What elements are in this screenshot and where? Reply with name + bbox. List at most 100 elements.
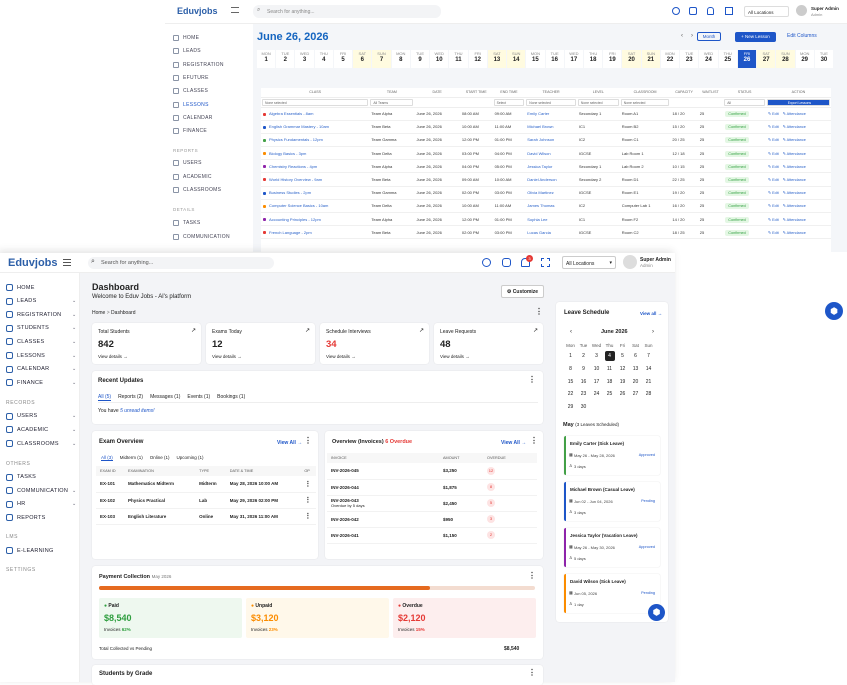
invoice-id[interactable]: INV-2026-044 [331,485,439,490]
exam-view-all[interactable]: View All → [277,440,302,446]
lesson-attendance-button[interactable]: ✎ Attendance [783,138,806,142]
lesson-edit-button[interactable]: ✎ Edit [768,152,779,156]
day-cell[interactable]: FRI 12 [468,50,487,68]
day-cell[interactable]: WED 24 [699,50,718,68]
stat-card[interactable]: Exams Today ↗ 12 View details → [206,323,315,364]
invoice-id[interactable]: INV-2026-045 [331,468,439,473]
back-location-select[interactable]: All Locations [744,6,789,17]
front-location-select[interactable]: All Locations ▾ [562,256,616,269]
lesson-edit-button[interactable]: ✎ Edit [768,178,779,182]
back-bell-icon[interactable] [707,7,714,15]
lesson-class[interactable]: Algebra Essentials - 8am [261,107,370,121]
leave-next-month-icon[interactable]: › [652,329,654,335]
day-cell[interactable]: FRI 19 [603,50,622,68]
back-sidebar-report-item[interactable]: CLASSROOMS [173,187,221,193]
lessons-col-header[interactable]: WAITLIST [697,88,724,98]
sidebar-item[interactable]: LEADS ⌄ [6,297,76,305]
lesson-class[interactable]: Physics Fundamentals - 12pm [261,133,370,148]
lesson-edit-button[interactable]: ✎ Edit [768,112,779,116]
exam-row-more-icon[interactable]: ⋮ [300,492,316,509]
leave-prev-month-icon[interactable]: ‹ [570,329,572,335]
lessons-filter-select[interactable]: All [724,98,765,106]
lessons-col-header[interactable]: DATE [414,88,460,98]
stat-card[interactable]: Leave Requests ↗ 48 View details → [434,323,543,364]
exam-more-icon[interactable]: ⋮ [304,436,312,445]
month-button[interactable]: Month [697,32,721,41]
lesson-teacher[interactable]: Emily Carter [525,107,577,121]
calendar-day[interactable]: 16 [577,375,590,388]
stat-card[interactable]: Total Students ↗ 842 View details → [92,323,201,364]
day-cell[interactable]: SUN 28 [776,50,795,68]
lesson-teacher[interactable]: Olivia Martinez [525,186,577,200]
lesson-attendance-button[interactable]: ✎ Attendance [783,204,806,208]
recent-tab[interactable]: Events (1) [187,394,210,401]
exam-row-more-icon[interactable]: ⋮ [300,476,316,493]
sidebar-item[interactable]: HOME [6,284,35,291]
sidebar-item[interactable]: REPORTS [6,514,46,522]
day-cell[interactable]: WED 17 [564,50,583,68]
calendar-day[interactable]: 15 [564,375,577,388]
lesson-edit-button[interactable]: ✎ Edit [768,191,779,195]
prev-date-icon[interactable]: ‹ [681,33,683,39]
back-sidebar-report-item[interactable]: USERS [173,160,202,167]
lesson-attendance-button[interactable]: ✎ Attendance [783,152,806,156]
lesson-teacher[interactable]: Daniel Anderson [525,172,577,187]
calendar-day[interactable]: 6 [629,350,642,363]
lesson-teacher[interactable]: David Wilson [525,146,577,161]
day-cell[interactable]: THU 4 [314,50,333,68]
day-cell[interactable]: SUN 14 [507,50,526,68]
leave-entry[interactable]: Michael Brown (Casual Leave) ▦ Jun 02 - Ju… [564,482,660,521]
calendar-day[interactable]: 18 [603,375,616,388]
day-cell[interactable]: MON 8 [391,50,410,68]
assistant-fab-icon[interactable]: ⬢ [648,604,665,621]
lessons-filter-select[interactable]: Export Lessons [766,98,830,106]
lesson-row[interactable]: English Grammar Mastery - 10am Team Beta J… [261,120,831,134]
sidebar-item[interactable]: HR ⌄ [6,500,76,508]
lessons-col-header[interactable]: CLASSROOM [619,88,671,98]
lessons-filter-select[interactable]: Select [493,98,525,106]
calendar-day[interactable]: 17 [590,375,603,388]
day-cell[interactable]: SAT 13 [487,50,507,68]
day-cell[interactable]: TUE 9 [410,50,430,68]
calendar-day[interactable]: 22 [564,388,577,401]
calendar-day[interactable]: 24 [590,388,603,401]
front-menu-icon[interactable] [63,259,71,266]
whatsapp-icon[interactable] [482,258,491,267]
calendar-day[interactable]: 13 [629,363,642,376]
sidebar-item[interactable]: FINANCE ⌄ [6,379,76,387]
lesson-row[interactable]: Accounting Principles - 12pm Team Alpha Ju… [261,212,831,227]
sidebar-item[interactable]: LESSONS ⌄ [6,352,76,359]
calendar-day[interactable]: 28 [642,388,655,401]
invoice-id[interactable]: INV-2026-042 [331,517,439,522]
day-cell[interactable]: FRI 5 [333,50,353,68]
lessons-filter-select[interactable]: None selected [620,98,670,106]
lesson-class[interactable]: Accounting Principles - 12pm [261,212,370,227]
sidebar-item[interactable]: CALENDAR ⌄ [6,365,76,373]
back-whatsapp-icon[interactable] [672,7,680,15]
day-cell[interactable]: WED 10 [430,50,449,68]
back-grid-icon[interactable] [725,7,733,15]
lessons-col-header[interactable]: TEAM [369,88,415,98]
sidebar-item[interactable]: COMMUNICATION ⌄ [6,487,76,495]
exam-tab[interactable]: Upcoming (1) [177,455,204,461]
lesson-teacher[interactable]: Lucas Garcia [525,225,577,240]
back-sidebar-item[interactable]: LESSONS [173,101,209,108]
sidebar-item[interactable]: REGISTRATION ⌄ [6,311,76,319]
day-cell[interactable]: FRI 26 [737,50,757,68]
lessons-col-header[interactable]: STATUS [723,88,766,98]
invoice-row[interactable]: INV-2026-044 $1,875 8 [327,479,537,496]
exam-row[interactable]: EX-103 English Literature Online May 31, 20… [96,508,316,525]
lesson-row[interactable]: Chemistry Reactions - 4pm Team Alpha June … [261,159,831,174]
chat-icon[interactable] [502,258,511,267]
day-cell[interactable]: SAT 27 [757,50,776,68]
day-cell[interactable]: SUN 21 [641,50,660,68]
lesson-class[interactable]: French Language - 2pm [261,225,370,240]
sidebar-item[interactable]: STUDENTS ⌄ [6,324,76,332]
invoice-row[interactable]: INV-2026-041 $1,150 2 [327,527,537,544]
open-arrow-icon[interactable]: ↗ [191,327,196,334]
calendar-day[interactable]: 21 [642,375,655,388]
day-cell[interactable]: TUE 16 [545,50,564,68]
lesson-class[interactable]: English Grammar Mastery - 10am [261,120,370,134]
header-more-icon[interactable]: ⋮ [535,307,543,316]
lesson-class[interactable]: Chemistry Reactions - 4pm [261,159,370,174]
